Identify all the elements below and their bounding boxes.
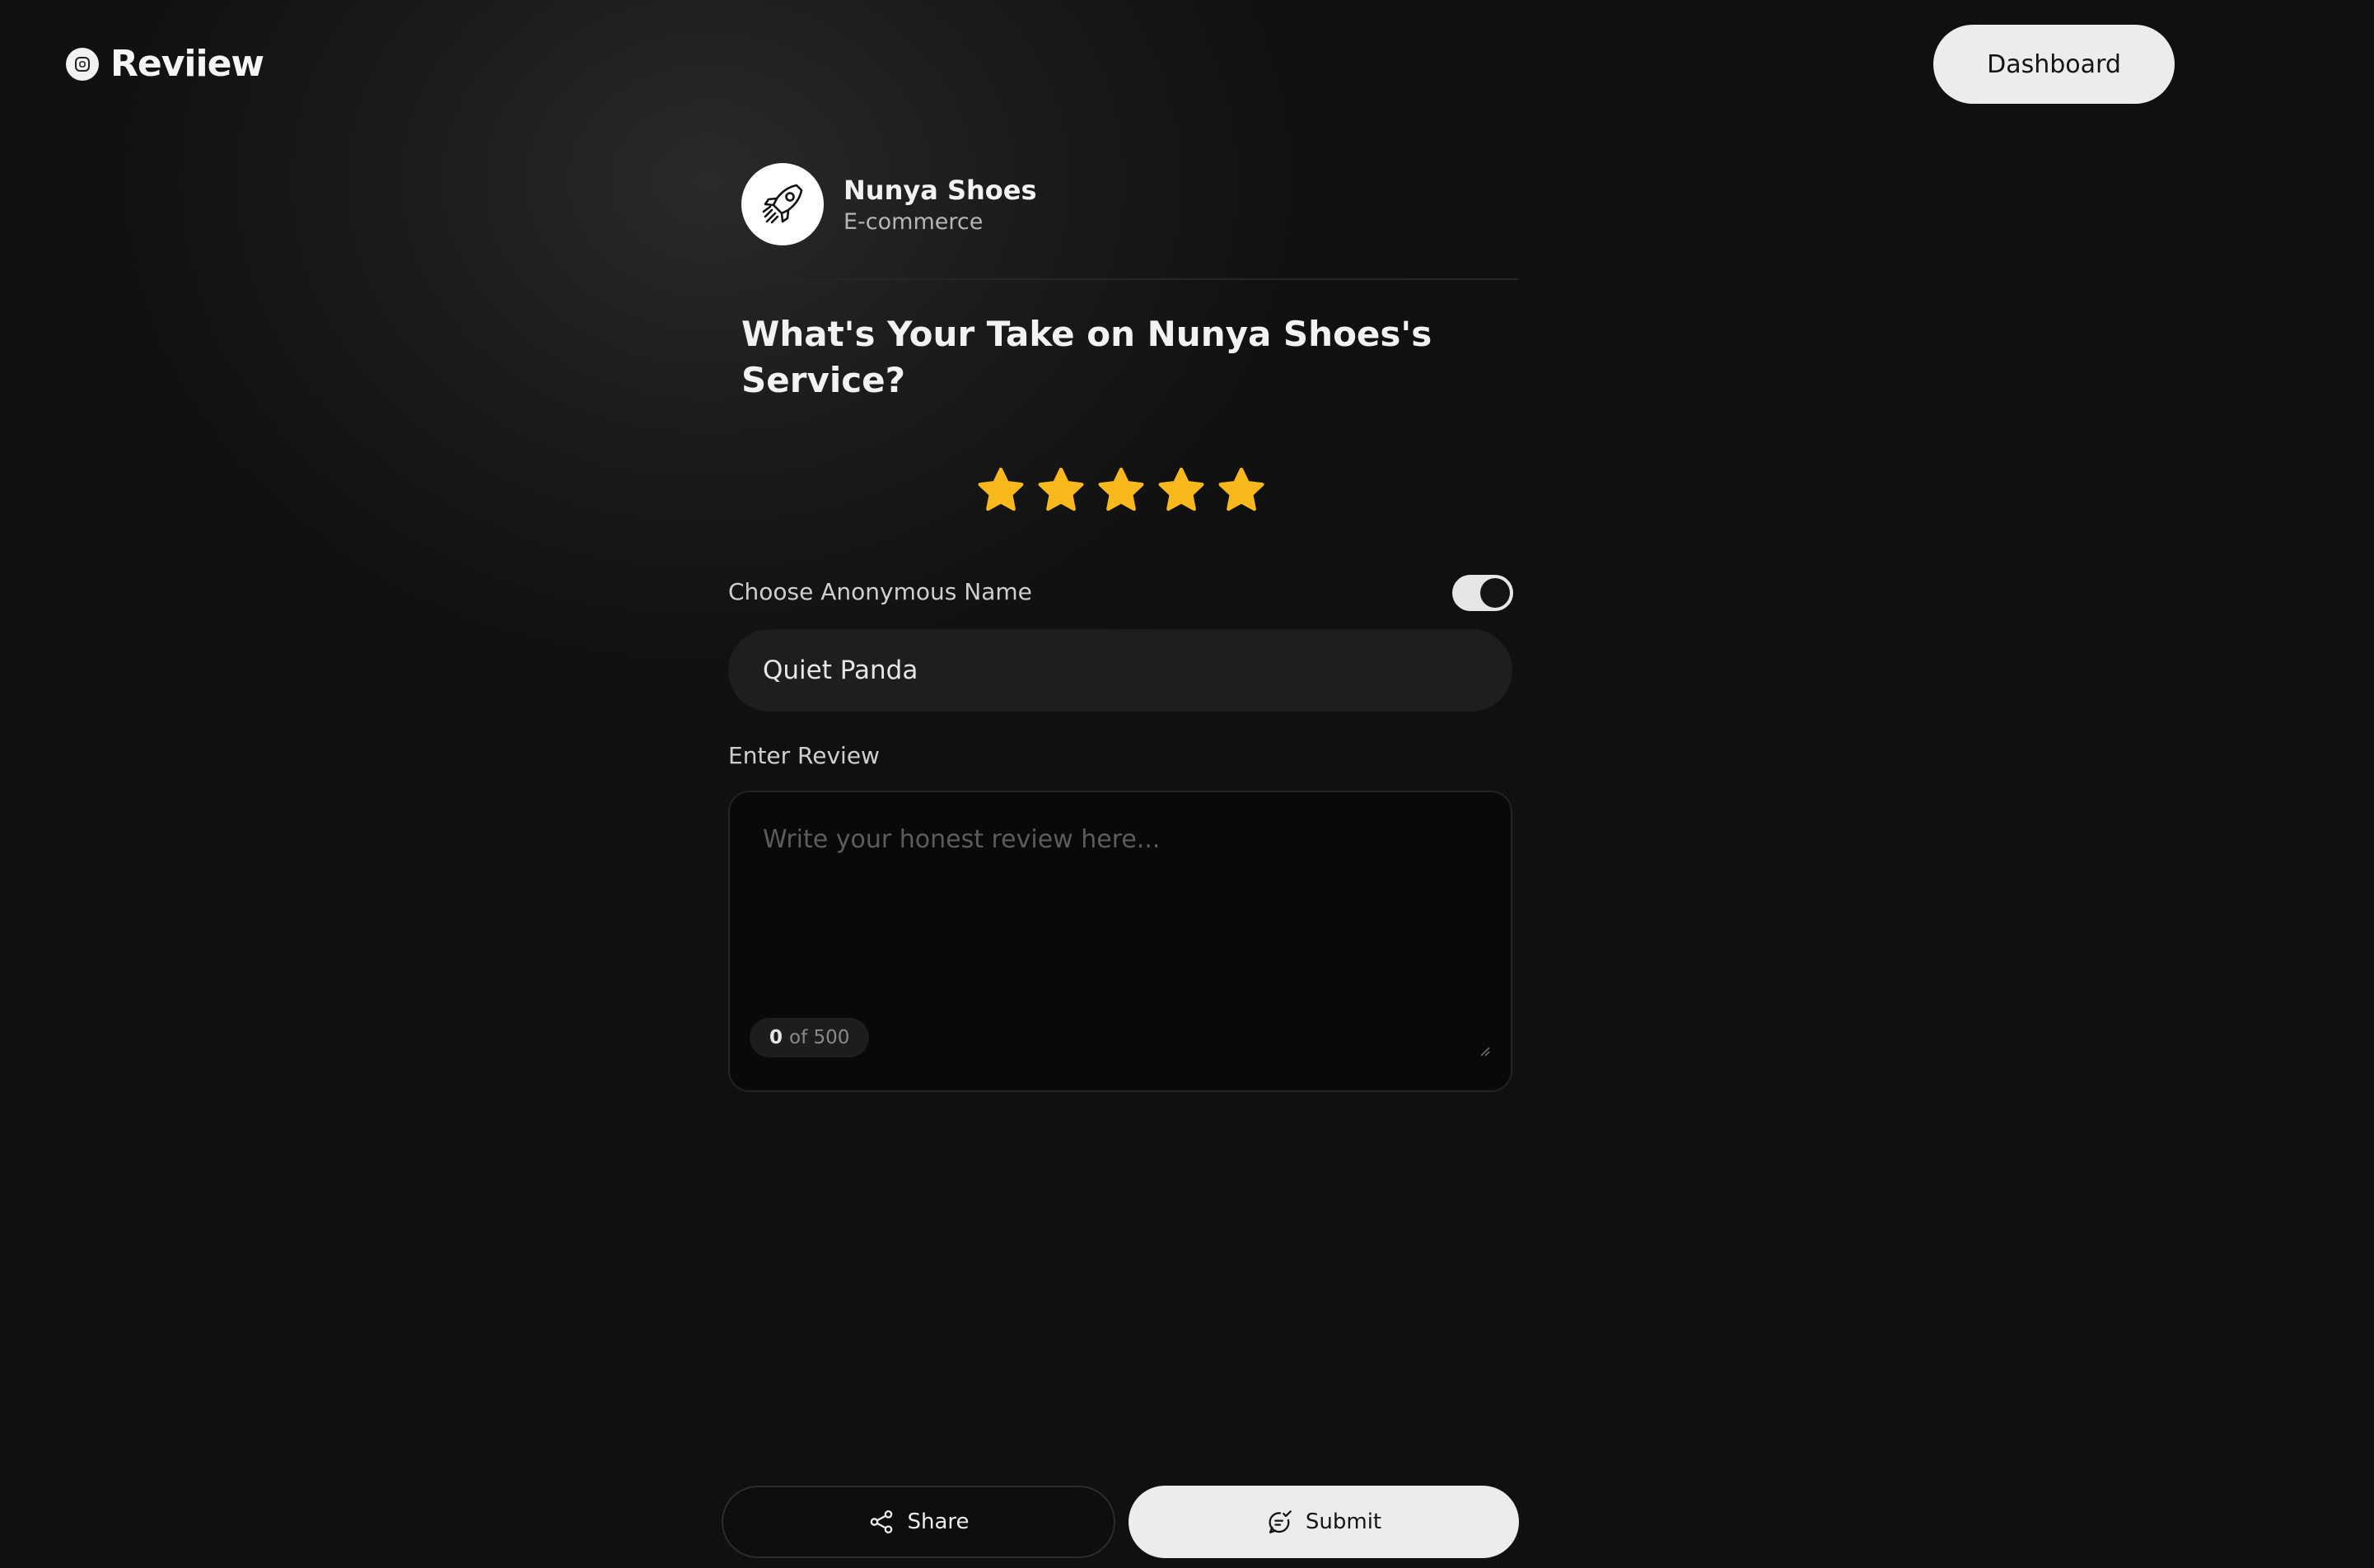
anonymous-name-label: Choose Anonymous Name bbox=[728, 578, 1032, 605]
star-icon[interactable] bbox=[1035, 464, 1087, 517]
share-label: Share bbox=[907, 1510, 970, 1534]
dashboard-button[interactable]: Dashboard bbox=[1933, 25, 2175, 104]
character-count: 0 bbox=[769, 1027, 783, 1048]
app-logo[interactable]: Reviiew bbox=[66, 43, 264, 85]
star-rating[interactable] bbox=[974, 464, 1268, 517]
share-icon bbox=[867, 1508, 895, 1536]
star-icon[interactable] bbox=[1215, 464, 1268, 517]
submit-label: Submit bbox=[1305, 1510, 1382, 1534]
review-label: Enter Review bbox=[728, 742, 880, 769]
company-name: Nunya Shoes bbox=[844, 174, 1037, 206]
share-button[interactable]: Share bbox=[722, 1486, 1115, 1558]
page-title: What's Your Take on Nunya Shoes's Servic… bbox=[741, 314, 1432, 400]
anonymous-toggle[interactable] bbox=[1452, 575, 1513, 611]
toggle-knob bbox=[1480, 578, 1510, 608]
star-icon[interactable] bbox=[1095, 464, 1147, 517]
anonymous-name-input[interactable] bbox=[728, 629, 1512, 712]
square-logo-icon bbox=[66, 47, 99, 81]
company-header: Nunya Shoes E-commerce bbox=[741, 163, 1037, 245]
star-icon[interactable] bbox=[974, 464, 1027, 517]
chat-check-icon bbox=[1266, 1508, 1294, 1536]
review-box: 0 of 500 bbox=[728, 791, 1512, 1092]
character-counter: 0 of 500 bbox=[750, 1018, 870, 1057]
star-icon[interactable] bbox=[1155, 464, 1208, 517]
header-divider bbox=[722, 278, 1518, 280]
company-avatar bbox=[741, 163, 824, 245]
submit-button[interactable]: Submit bbox=[1129, 1486, 1519, 1558]
company-category: E-commerce bbox=[844, 208, 984, 235]
character-limit: of 500 bbox=[789, 1027, 850, 1048]
app-name: Reviiew bbox=[110, 43, 264, 85]
rocket-icon bbox=[762, 184, 803, 224]
resize-handle-icon[interactable] bbox=[1478, 1044, 1491, 1057]
review-textarea[interactable] bbox=[763, 825, 1471, 990]
